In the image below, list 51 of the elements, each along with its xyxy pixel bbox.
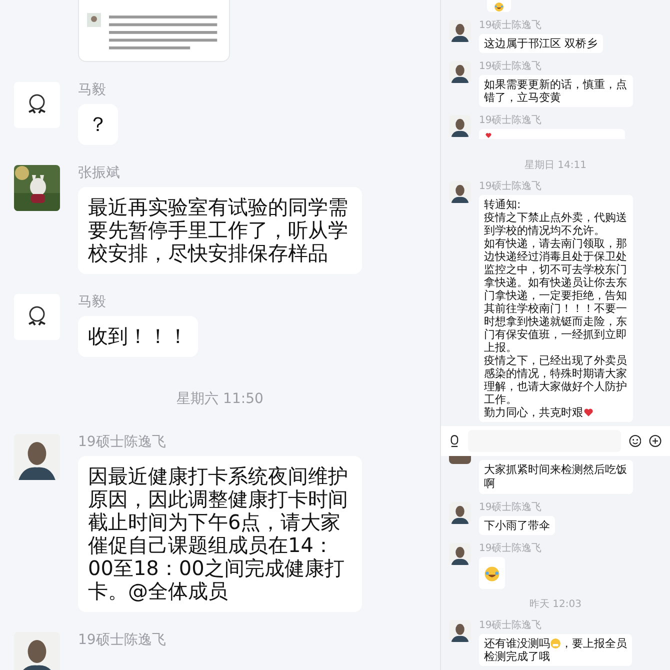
message-text: 下小雨了带伞 — [484, 519, 550, 532]
avatar-icon — [449, 181, 471, 203]
microphone-icon[interactable] — [449, 433, 460, 449]
grinning-emoji-icon — [550, 638, 561, 650]
timestamp: 昨天 12:03 — [530, 598, 582, 612]
sender-name: 19硕士陈逸飞 — [479, 620, 543, 632]
message-text: 转通知: — [484, 198, 521, 211]
sender-name: 19硕士陈逸飞 — [479, 502, 543, 514]
message-text: ？ — [88, 113, 108, 136]
heart-icon — [485, 132, 492, 139]
avatar-icon — [449, 543, 471, 565]
message-text: 收到！！！ — [88, 325, 188, 348]
sender-name: 19硕士陈逸飞 — [78, 434, 167, 450]
sender-name: 19硕士陈逸飞 — [78, 632, 166, 648]
avatar-icon — [14, 82, 60, 128]
sender-name: 19硕士陈逸飞 — [479, 61, 543, 73]
message-text: 最近再实验室有试验的同学需要先暂停手里工作了，听从学校安排，尽快安排保存样品 — [88, 196, 349, 265]
message-text: 疫情之下禁止点外卖，代购送到学校的情况均不允许。 — [484, 211, 627, 237]
timestamp: 星期六 11:50 — [176, 390, 264, 409]
message-text: ，要上报全员 — [561, 637, 627, 650]
message-text: 这边属于邗江区 双桥乡 — [484, 37, 598, 50]
message-text: 疫情之下，已经出现了外卖员感染的情况，特殊时期请大家理解，也请大家做好个人防护工作。 — [484, 354, 627, 406]
avatar-icon — [449, 20, 471, 42]
heart-icon — [583, 407, 594, 418]
avatar-icon — [449, 620, 471, 642]
avatar-icon — [449, 502, 471, 524]
avatar-icon — [14, 434, 60, 480]
sender-name: 张振斌 — [78, 165, 121, 181]
timestamp: 星期日 14:11 — [524, 158, 586, 173]
forwarded-card[interactable] — [78, 0, 230, 62]
avatar-icon — [14, 294, 60, 340]
sender-name: 19硕士陈逸飞 — [479, 20, 543, 32]
laughing-emoji-icon — [484, 566, 500, 582]
sender-name: 马毅 — [78, 294, 107, 310]
message-text: 如有快递，请去南门领取，那边快递经过消毒且处于保卫处监控之中，切不可去学校东门拿快递。如有快递员让你去东门拿快递，一定要拒绝，告知其前往学校南门！！！不要一时想拿到快递就铤而走险，东门有保安值班，一经抓到立即上报。 — [484, 237, 627, 354]
message-text: 因最近健康打卡系统夜间维护原因，因此调整健康打卡时间截止时间为下午6点，请大家催促自己课题组成员在14：00至18：00之间完成健康打卡。@全体成员 — [88, 465, 349, 603]
sender-name: 19硕士陈逸飞 — [479, 181, 543, 193]
sender-name: 19硕士陈逸飞 — [479, 543, 542, 555]
add-icon[interactable] — [649, 433, 662, 449]
message-text: 大家抓紧时间来检测然后吃饭啊 — [484, 463, 628, 491]
sender-name: 马毅 — [78, 82, 107, 98]
message-text: 如果需要更新的话，慎重，点错了，立马变黄 — [484, 78, 627, 104]
sender-name: 19硕士陈逸飞 — [479, 115, 543, 127]
laughing-emoji-icon — [494, 2, 504, 12]
message-text: 检测完成了哦 — [484, 650, 550, 663]
avatar-icon — [449, 61, 471, 83]
message-text: 勤力同心，共克时艰 — [484, 406, 583, 419]
avatar-icon — [87, 13, 101, 27]
message-text: 还有谁没测吗 — [484, 637, 550, 650]
emoji-icon[interactable] — [628, 433, 642, 449]
avatar-icon — [449, 115, 471, 137]
